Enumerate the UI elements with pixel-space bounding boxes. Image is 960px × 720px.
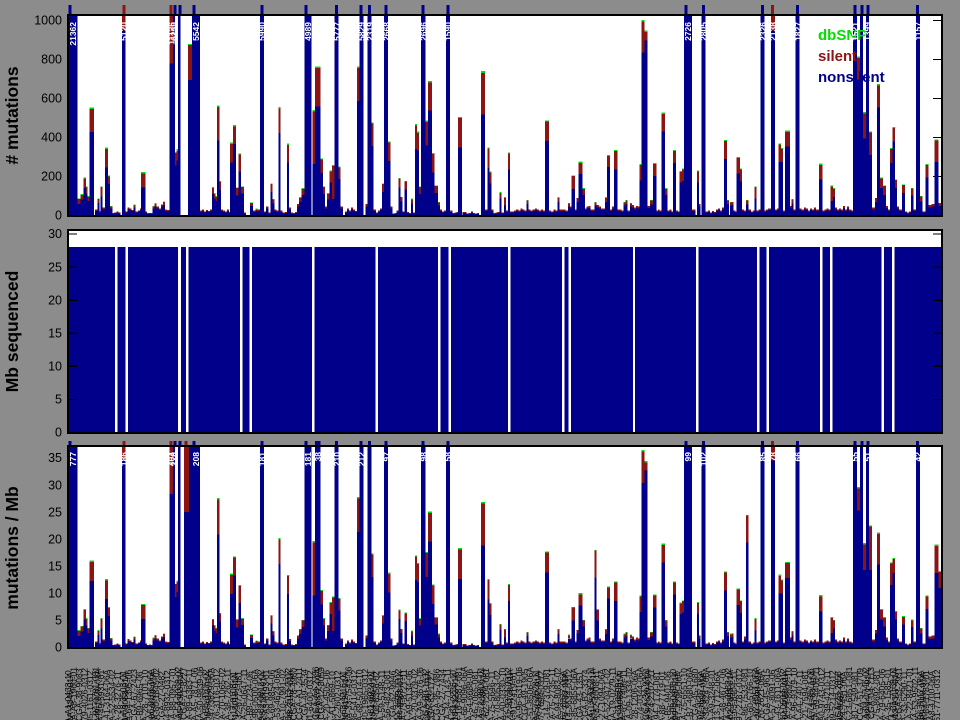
svg-text:97: 97 (381, 452, 391, 462)
svg-text:85: 85 (758, 452, 768, 462)
svg-text:2138: 2138 (768, 22, 778, 41)
svg-text:78: 78 (768, 452, 778, 462)
svg-text:nonsilent: nonsilent (818, 69, 885, 86)
svg-text:1157: 1157 (913, 22, 923, 41)
svg-text:55: 55 (850, 452, 860, 462)
svg-text:5120: 5120 (119, 22, 129, 41)
svg-text:2726: 2726 (683, 22, 693, 41)
svg-text:186: 186 (119, 452, 129, 466)
svg-text:777: 777 (68, 452, 78, 466)
svg-text:0: 0 (55, 209, 62, 223)
svg-text:1399: 1399 (863, 22, 873, 41)
svg-text:4989: 4989 (303, 22, 313, 41)
svg-text:# mutations: # mutations (2, 66, 22, 164)
svg-text:25: 25 (48, 505, 62, 519)
svg-text:1827: 1827 (793, 22, 803, 41)
svg-text:2805: 2805 (699, 22, 709, 41)
svg-text:Mb sequenced: Mb sequenced (2, 271, 22, 393)
svg-text:181: 181 (257, 452, 267, 466)
svg-text:2696: 2696 (419, 22, 429, 41)
svg-text:TCGA-61-7711-0312: TCGA-61-7711-0312 (932, 669, 942, 720)
svg-text:210: 210 (332, 452, 342, 466)
svg-text:226: 226 (169, 452, 179, 466)
svg-text:2668: 2668 (381, 22, 391, 41)
svg-text:mutations / Mb: mutations / Mb (2, 486, 22, 609)
svg-text:15: 15 (48, 326, 62, 340)
svg-text:400: 400 (41, 131, 62, 145)
svg-text:38: 38 (313, 452, 323, 462)
svg-text:1000: 1000 (34, 14, 62, 28)
svg-text:66: 66 (793, 452, 803, 462)
svg-text:1590: 1590 (443, 22, 453, 41)
svg-text:35: 35 (48, 451, 62, 465)
svg-text:5542: 5542 (191, 22, 201, 41)
svg-text:58: 58 (443, 452, 453, 462)
svg-text:10: 10 (48, 587, 62, 601)
svg-text:25: 25 (48, 260, 62, 274)
svg-text:200: 200 (41, 170, 62, 184)
svg-text:6230: 6230 (169, 22, 179, 41)
svg-text:99: 99 (683, 452, 693, 462)
svg-text:600: 600 (41, 92, 62, 106)
svg-text:30: 30 (48, 478, 62, 492)
svg-text:42: 42 (913, 452, 923, 462)
svg-text:5777: 5777 (332, 22, 342, 41)
svg-text:98: 98 (419, 452, 429, 462)
svg-text:800: 800 (41, 53, 62, 67)
svg-text:0: 0 (55, 426, 62, 440)
svg-text:0: 0 (55, 641, 62, 655)
svg-text:2326: 2326 (758, 22, 768, 41)
svg-text:10: 10 (48, 360, 62, 374)
svg-text:silent: silent (818, 48, 857, 65)
svg-text:212: 212 (357, 452, 367, 466)
svg-text:20: 20 (48, 293, 62, 307)
svg-text:1521: 1521 (850, 22, 860, 41)
svg-text:21362: 21362 (68, 22, 78, 46)
svg-text:5: 5 (55, 393, 62, 407)
svg-text:181: 181 (303, 452, 313, 466)
svg-text:15: 15 (48, 560, 62, 574)
svg-text:5: 5 (55, 614, 62, 628)
svg-text:51: 51 (863, 452, 873, 462)
svg-text:20: 20 (48, 532, 62, 546)
svg-text:102: 102 (699, 452, 709, 466)
svg-text:2319: 2319 (365, 22, 375, 41)
svg-text:5990: 5990 (257, 22, 267, 41)
svg-text:208: 208 (191, 452, 201, 466)
svg-text:30: 30 (48, 227, 62, 241)
